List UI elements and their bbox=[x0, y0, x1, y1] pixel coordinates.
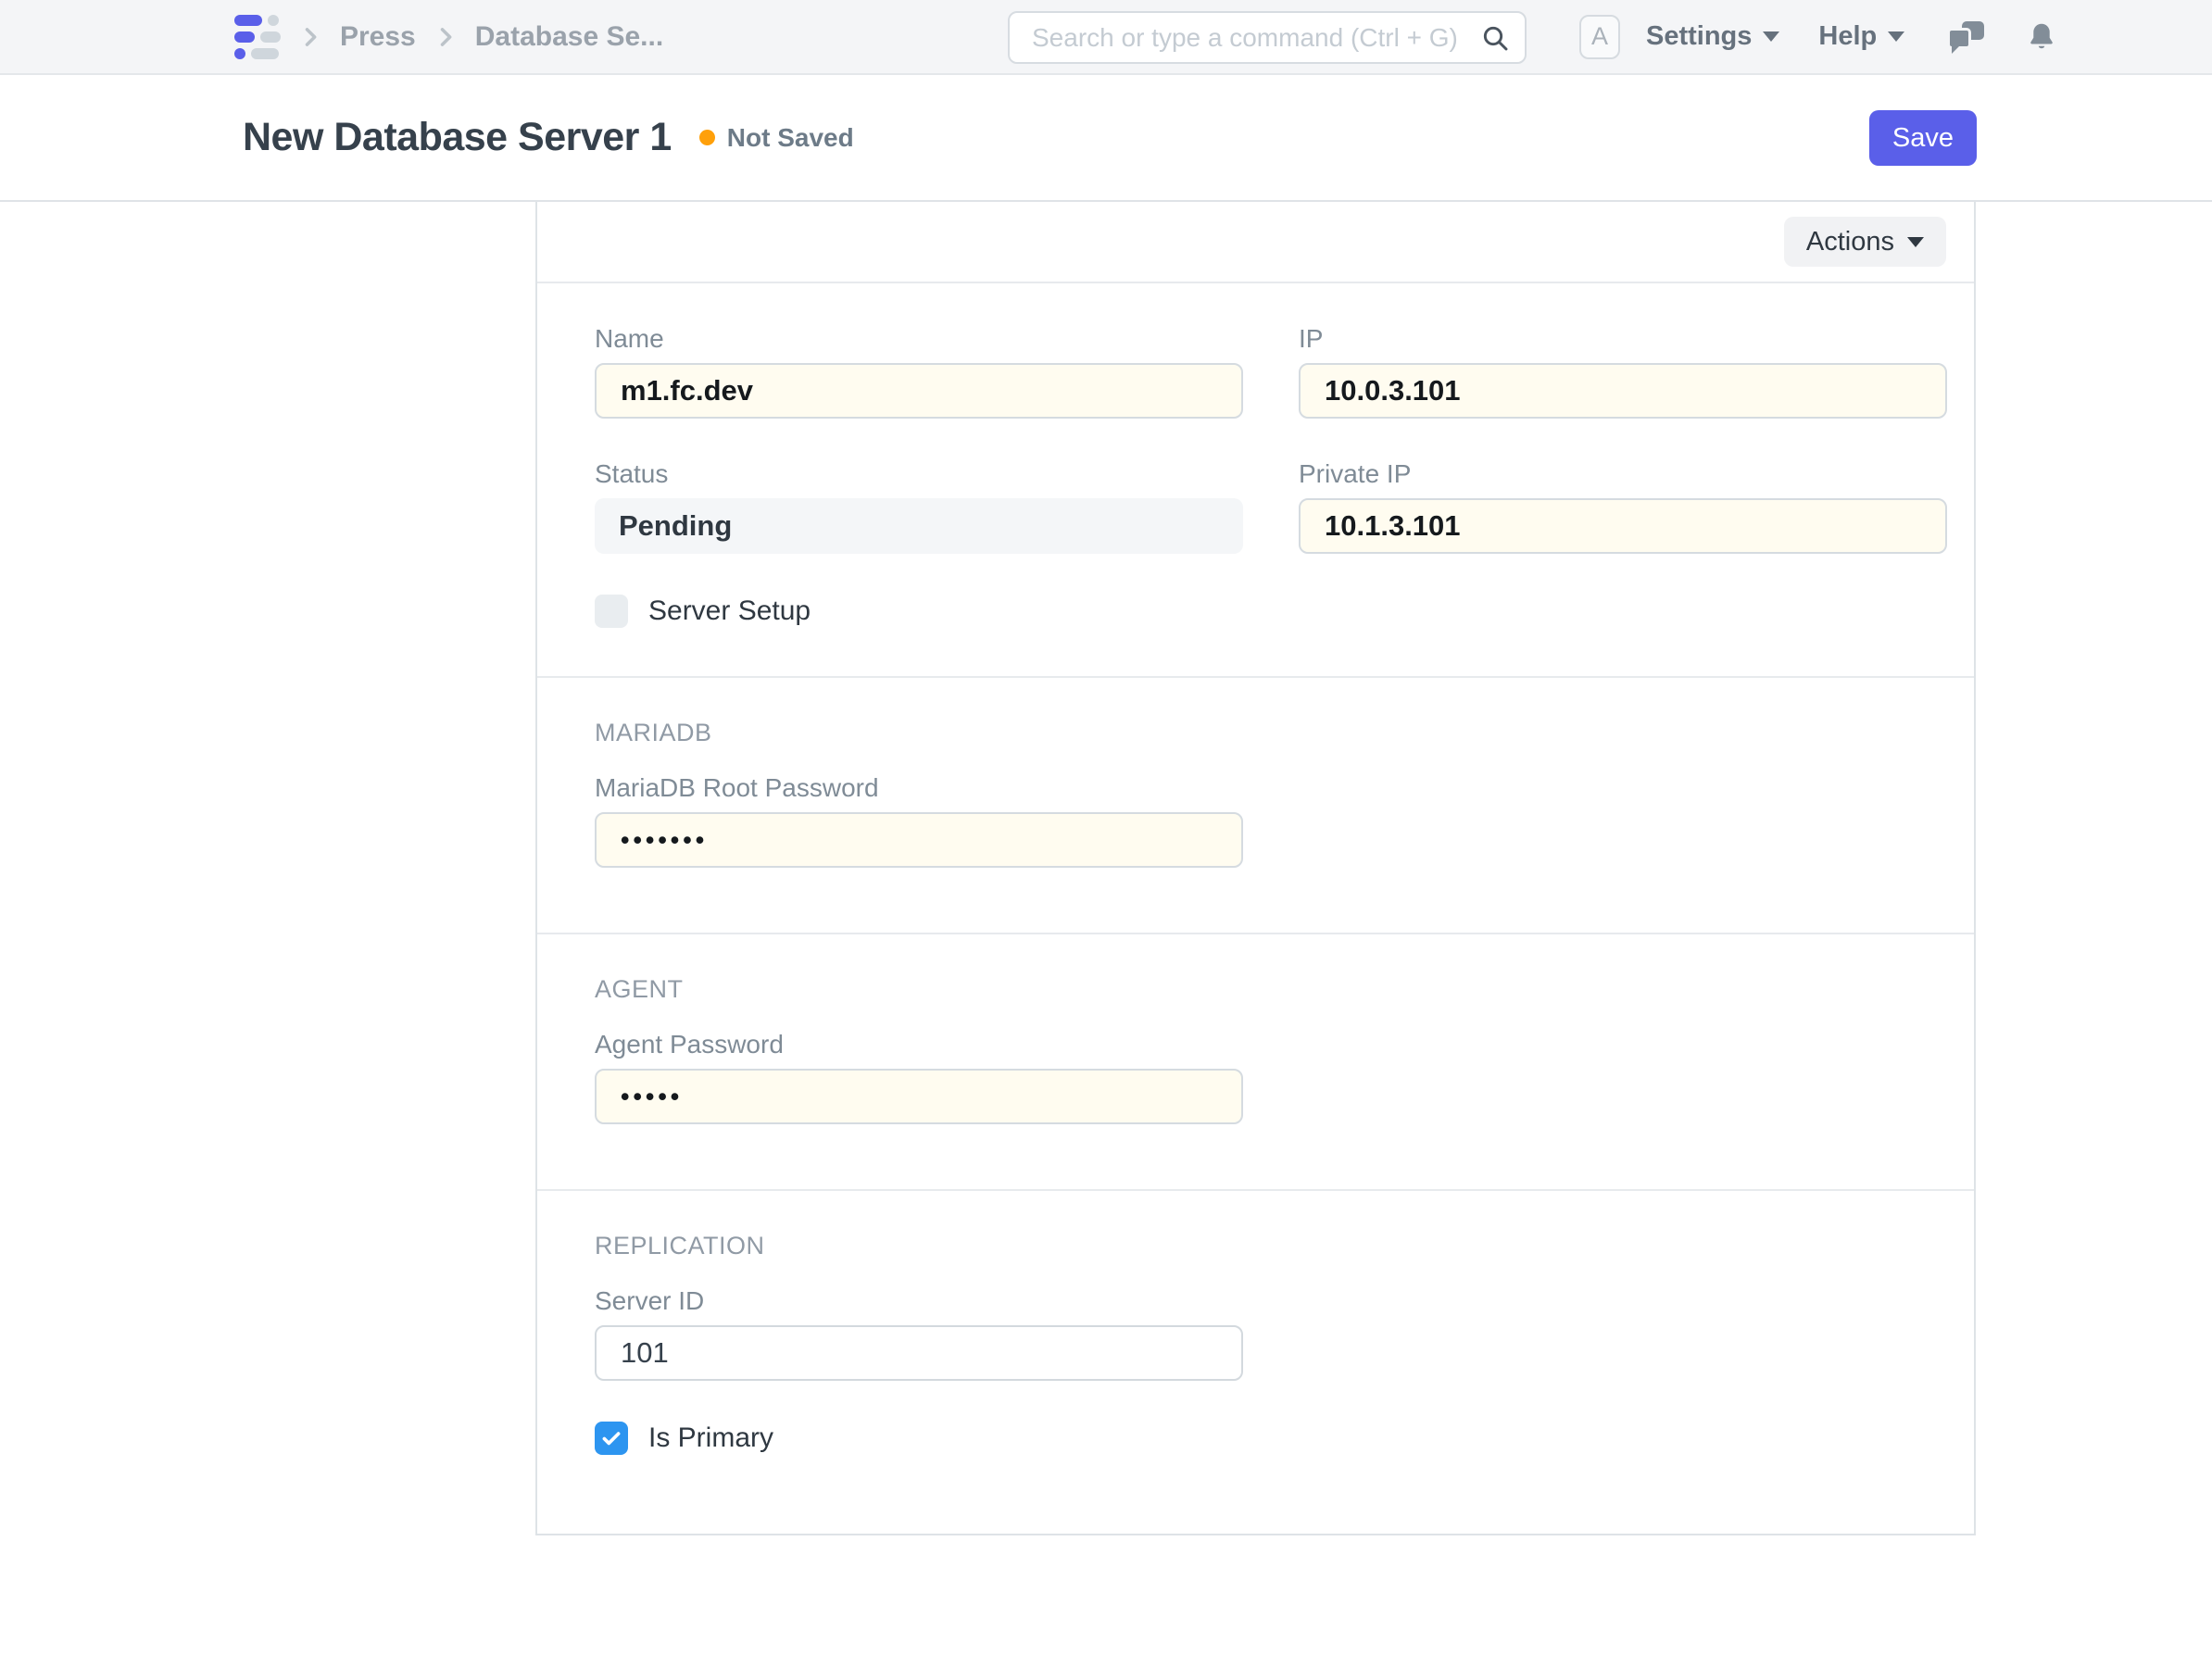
status-value: Pending bbox=[595, 498, 1243, 554]
help-menu[interactable]: Help bbox=[1818, 21, 1904, 52]
ip-label: IP bbox=[1299, 324, 1947, 354]
chevron-down-icon bbox=[1907, 237, 1924, 247]
private-ip-label: Private IP bbox=[1299, 459, 1947, 489]
chat-icon[interactable] bbox=[1947, 19, 1984, 55]
page-header: New Database Server 1 Not Saved Save bbox=[0, 75, 2212, 202]
is-primary-label: Is Primary bbox=[648, 1422, 773, 1454]
section-agent: AGENT Agent Password bbox=[537, 934, 1974, 1191]
mariadb-root-password-input[interactable] bbox=[595, 812, 1243, 868]
not-saved-label: Not Saved bbox=[727, 123, 854, 153]
chevron-right-icon bbox=[297, 24, 323, 50]
not-saved-dot-icon bbox=[699, 130, 715, 145]
agent-password-label: Agent Password bbox=[595, 1030, 1243, 1059]
status-badge: Not Saved bbox=[699, 123, 854, 153]
field-private-ip: Private IP bbox=[1299, 459, 1947, 554]
actions-button[interactable]: Actions bbox=[1784, 217, 1946, 267]
server-setup-checkbox[interactable] bbox=[595, 595, 628, 628]
app-window: Press Database Se... A Settings Help bbox=[0, 0, 2212, 1654]
status-label: Status bbox=[595, 459, 1243, 489]
help-menu-label: Help bbox=[1818, 21, 1877, 52]
agent-section-heading: AGENT bbox=[595, 975, 1943, 1004]
chevron-down-icon bbox=[1763, 31, 1779, 42]
breadcrumb-item-database-servers[interactable]: Database Se... bbox=[475, 21, 663, 53]
server-id-input[interactable] bbox=[595, 1325, 1243, 1381]
form-toolbar: Actions bbox=[537, 202, 1974, 283]
field-ip: IP bbox=[1299, 324, 1947, 419]
search-icon bbox=[1480, 23, 1510, 57]
page-content: Actions Name IP Status bbox=[0, 202, 2212, 1654]
server-id-label: Server ID bbox=[595, 1286, 1243, 1316]
replication-section-heading: REPLICATION bbox=[595, 1232, 1943, 1260]
section-replication: REPLICATION Server ID Is Primary bbox=[537, 1191, 1974, 1520]
page-title: New Database Server 1 bbox=[243, 115, 672, 160]
navbar-actions: A Settings Help bbox=[1579, 0, 2058, 73]
app-logo[interactable] bbox=[234, 15, 281, 59]
name-input[interactable] bbox=[595, 363, 1243, 419]
save-button[interactable]: Save bbox=[1869, 110, 1977, 166]
mariadb-root-password-label: MariaDB Root Password bbox=[595, 773, 1243, 803]
field-server-id: Server ID bbox=[595, 1286, 1243, 1381]
server-setup-label: Server Setup bbox=[648, 595, 811, 627]
field-mariadb-root-password: MariaDB Root Password bbox=[595, 773, 1243, 868]
field-is-primary: Is Primary bbox=[595, 1422, 1943, 1455]
field-name: Name bbox=[595, 324, 1243, 419]
settings-menu[interactable]: Settings bbox=[1646, 21, 1779, 52]
breadcrumb-item-press[interactable]: Press bbox=[340, 21, 416, 53]
field-server-setup: Server Setup bbox=[595, 595, 1943, 628]
form-card: Actions Name IP Status bbox=[535, 202, 1976, 1535]
field-agent-password: Agent Password bbox=[595, 1030, 1243, 1124]
avatar-letter: A bbox=[1591, 22, 1608, 51]
navbar: Press Database Se... A Settings Help bbox=[0, 0, 2212, 75]
agent-password-input[interactable] bbox=[595, 1069, 1243, 1124]
chevron-right-icon bbox=[433, 24, 459, 50]
field-status: Status Pending bbox=[595, 459, 1243, 554]
notifications-bell-icon[interactable] bbox=[2025, 19, 2058, 55]
ip-input[interactable] bbox=[1299, 363, 1947, 419]
chevron-down-icon bbox=[1888, 31, 1904, 42]
mariadb-section-heading: MARIADB bbox=[595, 719, 1943, 747]
section-basic: Name IP Status Pending Private IP bbox=[537, 283, 1974, 678]
settings-menu-label: Settings bbox=[1646, 21, 1752, 52]
global-search bbox=[1008, 11, 1527, 64]
is-primary-checkbox[interactable] bbox=[595, 1422, 628, 1455]
check-icon bbox=[599, 1426, 623, 1450]
private-ip-input[interactable] bbox=[1299, 498, 1947, 554]
avatar[interactable]: A bbox=[1579, 15, 1620, 59]
name-label: Name bbox=[595, 324, 1243, 354]
search-input[interactable] bbox=[1008, 11, 1527, 64]
section-mariadb: MARIADB MariaDB Root Password bbox=[537, 678, 1974, 934]
breadcrumb: Press Database Se... bbox=[234, 0, 663, 73]
actions-button-label: Actions bbox=[1806, 227, 1894, 257]
